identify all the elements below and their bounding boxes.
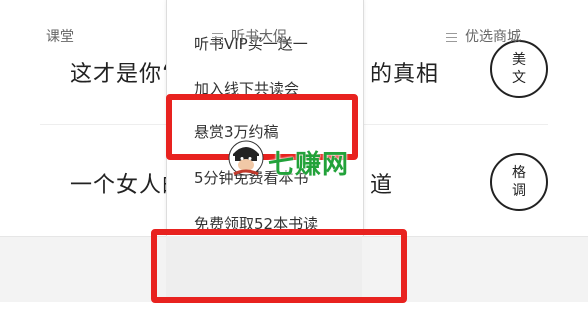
seal-char: 格: [512, 165, 526, 181]
tab-mall[interactable]: 优选商城: [446, 26, 521, 46]
watermark-text: 七赚网: [268, 150, 350, 180]
tab-label: 听书大促: [231, 29, 287, 45]
tab-audiobook-sale[interactable]: 听书大促: [212, 26, 287, 46]
masked-avatar-icon: [228, 140, 264, 176]
tab-label: 课堂: [46, 29, 74, 45]
category-seal-badge: 美 文: [490, 40, 548, 98]
bottom-spacer: [0, 302, 588, 317]
seal-char: 调: [512, 183, 526, 199]
watermark-logo: 七赚网: [228, 140, 408, 190]
feed-item-title-left: 这才是你‘: [70, 62, 170, 87]
tab-classroom[interactable]: 课堂: [46, 26, 74, 46]
seal-char: 文: [512, 70, 526, 86]
tab-label: 优选商城: [465, 29, 521, 45]
seal-char: 美: [512, 52, 526, 68]
menu-icon: [212, 32, 223, 42]
feed-item-title-right: 的真相: [370, 62, 440, 87]
menu-icon: [446, 32, 457, 42]
category-seal-badge: 格 调: [490, 153, 548, 211]
highlight-box-tab: [151, 229, 407, 303]
